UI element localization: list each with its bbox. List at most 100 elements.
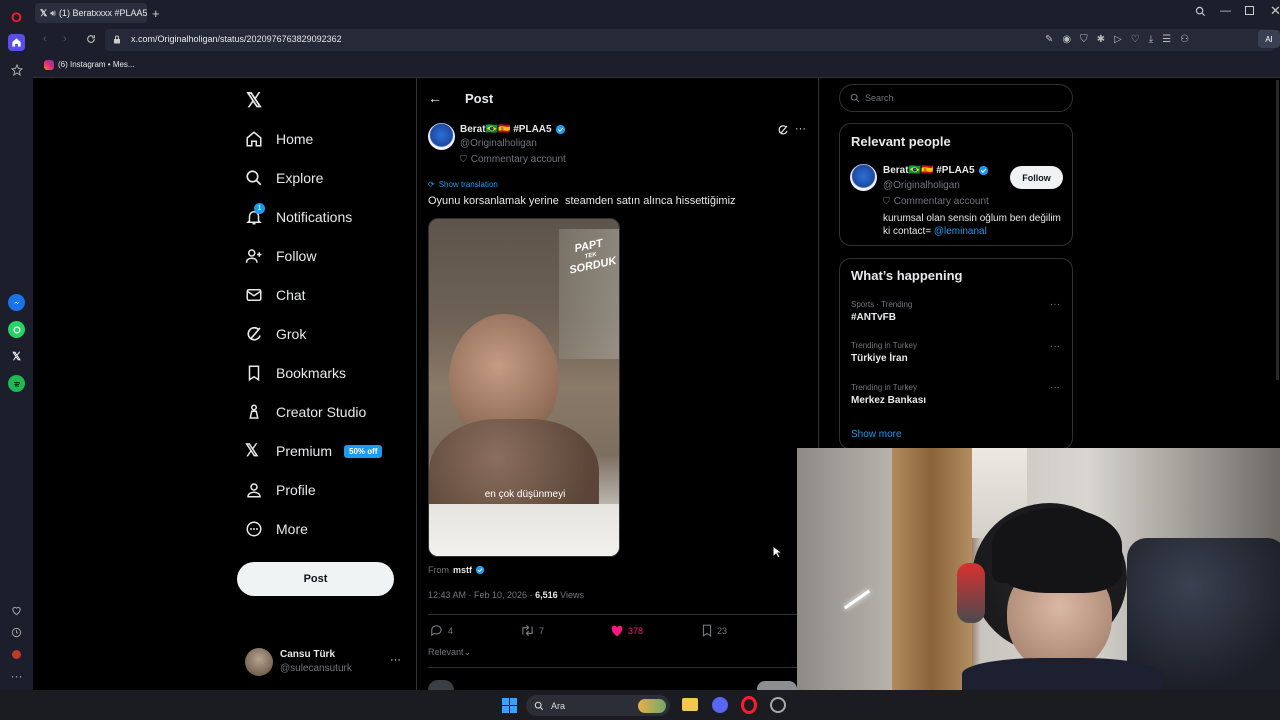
- show-more-link[interactable]: Show more: [851, 429, 902, 440]
- nav-premium[interactable]: 𝕏 Premium 50% off: [245, 436, 383, 466]
- nav-home[interactable]: Home: [245, 124, 313, 154]
- play-icon[interactable]: ▷: [1114, 34, 1122, 45]
- history-icon[interactable]: [8, 624, 25, 641]
- bangs: [1002, 548, 1117, 593]
- repost-button[interactable]: 7: [520, 624, 544, 637]
- whatsapp-icon[interactable]: [8, 321, 25, 338]
- show-translation-link[interactable]: ⟳ Show translation: [428, 180, 498, 189]
- ai-button[interactable]: AI: [1258, 30, 1280, 48]
- like-button[interactable]: 378: [610, 624, 643, 637]
- bookmark-action-icon: [702, 624, 712, 637]
- taskbar-search[interactable]: Ara: [526, 695, 670, 716]
- author-name-row[interactable]: Berat🇧🇷🇪🇸 #PLAA5: [460, 124, 566, 135]
- post-meta: 12:43 AM · Feb 10, 2026 · 6,516 Views: [428, 590, 584, 600]
- menu-icon[interactable]: ☰: [1162, 34, 1171, 45]
- bookmark-instagram[interactable]: (6) Instagram • Mes...: [58, 60, 135, 69]
- relevant-name-row[interactable]: Berat🇧🇷🇪🇸 #PLAA5: [883, 165, 989, 176]
- from-verified-icon: [475, 565, 485, 575]
- sort-relevant-label: Relevant: [428, 647, 464, 657]
- opera-taskbar-icon[interactable]: [741, 696, 757, 714]
- discord-icon[interactable]: [712, 697, 728, 713]
- new-tab-icon[interactable]: +: [152, 6, 160, 21]
- camera-icon[interactable]: ◉: [1062, 34, 1071, 45]
- account-icon[interactable]: ⚇: [1180, 34, 1189, 45]
- post-video[interactable]: PAPT TEK SORDUK en çok düşünmeyi: [428, 218, 620, 557]
- download-icon[interactable]: ⤓: [1149, 34, 1153, 45]
- account-more-icon[interactable]: ···: [390, 654, 401, 666]
- trend-more-icon[interactable]: ···: [1050, 299, 1060, 310]
- author-name: Berat🇧🇷🇪🇸 #PLAA5: [460, 124, 552, 135]
- maximize-icon[interactable]: [1245, 6, 1254, 15]
- windows-start-icon[interactable]: [502, 698, 517, 713]
- edit-icon[interactable]: ✎: [1045, 34, 1053, 45]
- nav-follow[interactable]: Follow: [245, 241, 316, 271]
- heart-outline-icon[interactable]: ♡: [1131, 34, 1140, 45]
- heart-icon[interactable]: [8, 602, 25, 619]
- tab-active[interactable]: 𝕏 🔊︎ (1) Beratxxxx #PLAA5: [35, 3, 147, 23]
- star-icon[interactable]: [8, 61, 25, 78]
- nav-creator-studio[interactable]: Creator Studio: [245, 397, 366, 427]
- avatar[interactable]: [245, 648, 273, 676]
- author-handle[interactable]: @Originalholigan: [460, 138, 537, 149]
- url-field[interactable]: x.com/Originalholigan/status/20209767638…: [105, 29, 1275, 51]
- forward-icon[interactable]: ›: [63, 33, 67, 45]
- opera-logo-icon[interactable]: O: [8, 8, 25, 25]
- post-more-icon[interactable]: ···: [795, 123, 806, 135]
- grok-post-icon[interactable]: [777, 124, 789, 136]
- file-explorer-icon[interactable]: [682, 698, 698, 711]
- back-icon[interactable]: ‹: [43, 33, 47, 45]
- nav-profile-label: Profile: [276, 482, 316, 498]
- search-icon: [246, 170, 262, 186]
- spotify-icon[interactable]: [8, 375, 25, 392]
- creator-studio-icon: [249, 404, 259, 419]
- tab-strip: 𝕏 🔊︎ (1) Beratxxxx #PLAA5 + — ✕: [33, 0, 1280, 26]
- nav-bookmarks[interactable]: Bookmarks: [245, 358, 346, 388]
- reply-action-button[interactable]: [757, 681, 797, 690]
- more-icon[interactable]: ···: [8, 667, 25, 684]
- relevant-handle[interactable]: @Originalholigan: [883, 180, 960, 191]
- trend-item[interactable]: Trending in Turkey Türkiye İran: [851, 341, 917, 364]
- messenger-icon[interactable]: [8, 294, 25, 311]
- scrollbar[interactable]: [1276, 80, 1279, 380]
- follow-button[interactable]: Follow: [1010, 166, 1063, 189]
- back-arrow-icon[interactable]: ←: [428, 90, 442, 106]
- shield-icon[interactable]: ⛉: [1080, 34, 1088, 45]
- opera-gx-icon[interactable]: [770, 697, 786, 713]
- bookmark-button[interactable]: 23: [701, 624, 727, 637]
- vpn-icon[interactable]: [8, 646, 25, 663]
- trend-item[interactable]: Sports · Trending #ANTvFB: [851, 300, 912, 323]
- relevant-bio-link[interactable]: @leminanal: [934, 226, 987, 237]
- sort-relevant[interactable]: Relevant⌄: [428, 647, 471, 658]
- trend-meta: Trending in Turkey: [851, 341, 917, 350]
- nav-explore[interactable]: Explore: [245, 163, 323, 193]
- trend-item[interactable]: Trending in Turkey Merkez Bankası: [851, 383, 926, 406]
- address-actions: ✎ ◉ ⛉ ✱ ▷ ♡ ⤓ ☰ ⚇: [1045, 34, 1189, 45]
- notification-badge: 1: [254, 203, 265, 214]
- light-streak: [843, 589, 871, 610]
- search-input[interactable]: Search: [839, 84, 1073, 112]
- minimize-icon[interactable]: —: [1220, 5, 1231, 17]
- nav-profile[interactable]: Profile: [245, 475, 316, 505]
- x-app-icon[interactable]: 𝕏: [8, 348, 25, 365]
- post-button[interactable]: Post: [237, 562, 394, 596]
- nav-notifications[interactable]: 1 Notifications: [245, 202, 352, 232]
- nav-chat[interactable]: Chat: [245, 280, 306, 310]
- extension-icon[interactable]: ✱: [1097, 34, 1105, 45]
- nav-more[interactable]: More: [245, 514, 308, 544]
- author-avatar[interactable]: [428, 123, 455, 150]
- x-logo-icon[interactable]: 𝕏: [246, 88, 262, 113]
- search-tabs-icon[interactable]: [1195, 6, 1206, 17]
- nav-grok[interactable]: Grok: [245, 319, 306, 349]
- relevant-avatar[interactable]: [850, 164, 877, 191]
- opera-sidebar: O 𝕏 ···: [0, 0, 33, 690]
- trend-more-icon[interactable]: ···: [1050, 382, 1060, 393]
- reply-button[interactable]: 4: [430, 624, 453, 637]
- speaker-icon[interactable]: 🔊︎: [50, 8, 56, 19]
- close-icon[interactable]: ✕: [1270, 3, 1280, 19]
- trend-more-icon[interactable]: ···: [1050, 341, 1060, 352]
- bookmarks-bar: (6) Instagram • Mes...: [33, 54, 1280, 78]
- reply-avatar[interactable]: [428, 680, 454, 690]
- from-user[interactable]: mstf: [453, 565, 472, 575]
- home-icon[interactable]: [8, 34, 25, 51]
- reload-icon[interactable]: [86, 34, 96, 44]
